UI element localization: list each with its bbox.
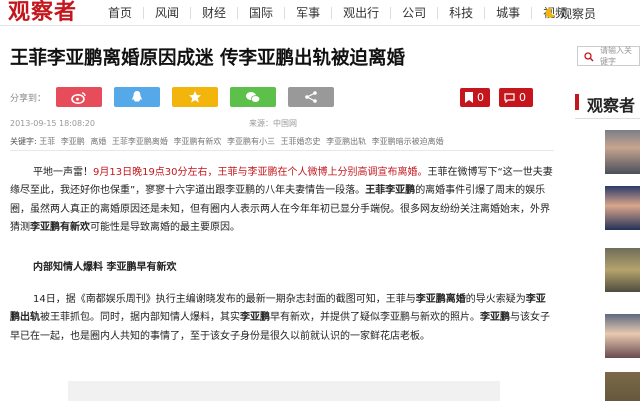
keyword-link[interactable]: 李亚鹏出轨	[326, 137, 366, 146]
article-paragraph-1: 平地一声雷！9月13日晚19点30分左右，王菲与李亚鹏在个人微博上分别高调宣布离…	[10, 164, 555, 237]
sidebar-divider	[575, 118, 640, 119]
share-icon	[305, 91, 317, 103]
nav-item-travel[interactable]: 观出行	[332, 7, 392, 19]
nav-item-city[interactable]: 城事	[485, 7, 533, 19]
news-thumbnail[interactable]	[605, 372, 640, 401]
comment-icon	[504, 92, 515, 103]
wechat-icon	[246, 91, 261, 103]
publish-date: 2013-09-15 18:08:20	[10, 119, 95, 128]
main-nav: 首页 风闻 财经 国际 军事 观出行 公司 科技 城事 视频	[97, 0, 578, 26]
nav-item-finance[interactable]: 财经	[191, 7, 239, 19]
news-thumbnail[interactable]	[605, 248, 640, 292]
news-thumbnail[interactable]	[605, 314, 640, 358]
news-thumbnail[interactable]	[605, 186, 640, 230]
share-label: 分享到：	[10, 93, 47, 104]
share-weibo-button[interactable]	[56, 87, 103, 107]
p2-text: 被王菲抓包。同时，据内部知情人爆料，其实	[40, 312, 240, 324]
keyword-link[interactable]: 离婚	[90, 137, 106, 146]
share-more-button[interactable]	[288, 87, 335, 107]
moon-icon	[545, 7, 555, 18]
p2-bold: 李亚鹏	[480, 312, 510, 324]
favorite-button[interactable]	[172, 87, 219, 107]
keyword-link[interactable]: 王菲	[39, 137, 55, 146]
keyword-list: 关键字: 王菲 李亚鹏 离婚 王菲李亚鹏离婚 李亚鹏有新欢 李亚鹏有小三 王菲婚…	[10, 136, 447, 147]
keyword-link[interactable]: 李亚鹏暗示被迫离婚	[372, 137, 444, 146]
share-wechat-button[interactable]	[230, 87, 277, 107]
p1-lead: 平地一声雷！	[33, 167, 93, 178]
p1-bold: 李亚鹏有新欢	[30, 221, 90, 233]
keyword-link[interactable]: 王菲李亚鹏离婚	[112, 137, 168, 146]
bookmark-count: 0	[477, 91, 484, 104]
share-bar: 分享到：	[10, 86, 346, 108]
search-icon[interactable]	[584, 52, 594, 62]
weibo-icon	[71, 91, 86, 104]
p2-text: 14日，据《南都娱乐周刊》执行主编谢晓发布的最新一期杂志封面的截图可知，王菲与	[33, 294, 416, 305]
keyword-link[interactable]: 李亚鹏有小三	[227, 137, 275, 146]
keyword-link[interactable]: 李亚鹏有新欢	[173, 137, 221, 146]
comment-count: 0	[519, 91, 526, 104]
p2-bold: 李亚鹏离婚	[415, 294, 466, 305]
top-nav-bar: 观察者 首页 风闻 财经 国际 军事 观出行 公司 科技 城事 视频 观察员	[0, 0, 640, 26]
article-paragraph-2: 14日，据《南都娱乐周刊》执行主编谢晓发布的最新一期杂志封面的截图可知，王菲与李…	[10, 291, 555, 346]
p1-highlight: 9月13日晚19点30分左右，王菲与李亚鹏在个人微博上分别高调宣布离婚。	[93, 167, 428, 178]
comment-count-button[interactable]: 0	[499, 88, 533, 107]
p1-text: 可能性是导致离婚的最主要原因。	[90, 221, 240, 233]
p1-bold: 王菲李亚鹏	[365, 185, 416, 197]
p2-text: 的导火索疑为	[465, 294, 526, 305]
article-meta: 2013-09-15 18:08:20 来源：中国网	[10, 118, 297, 129]
nav-item-home[interactable]: 首页	[97, 7, 145, 19]
article-source: 来源：中国网	[248, 119, 297, 128]
qq-penguin-icon	[132, 91, 142, 102]
section-subheading: 内部知情人爆料 李亚鹏早有新欢	[33, 262, 177, 273]
nav-item-company[interactable]: 公司	[391, 7, 439, 19]
nav-item-fengwen[interactable]: 风闻	[144, 7, 192, 19]
nav-item-military[interactable]: 军事	[285, 7, 333, 19]
p2-text: 早有新欢，并提供了疑似李亚鹏与新欢的照片。	[270, 312, 480, 324]
keywords-label: 关键字:	[10, 137, 37, 146]
keyword-link[interactable]: 王菲婚恋史	[281, 137, 321, 146]
bookmark-icon	[465, 92, 473, 103]
nav-item-tech[interactable]: 科技	[438, 7, 486, 19]
observer-label: 观察员	[560, 6, 597, 21]
observer-login[interactable]: 观察员	[544, 0, 596, 26]
p2-bold: 李亚鹏	[240, 312, 270, 324]
share-qq-button[interactable]	[114, 87, 161, 107]
keyword-link[interactable]: 李亚鹏	[61, 137, 85, 146]
sidebar-section-title: 观察者	[575, 92, 635, 116]
article-image-placeholder	[68, 381, 500, 401]
star-icon	[189, 91, 202, 103]
article-title: 王菲李亚鹏离婚原因成迷 传李亚鹏出轨被迫离婚	[10, 48, 405, 69]
site-logo[interactable]: 观察者	[8, 0, 77, 26]
nav-item-international[interactable]: 国际	[238, 7, 286, 19]
bookmark-count-button[interactable]: 0	[460, 88, 490, 107]
news-thumbnail[interactable]	[605, 130, 640, 174]
divider	[10, 150, 554, 151]
